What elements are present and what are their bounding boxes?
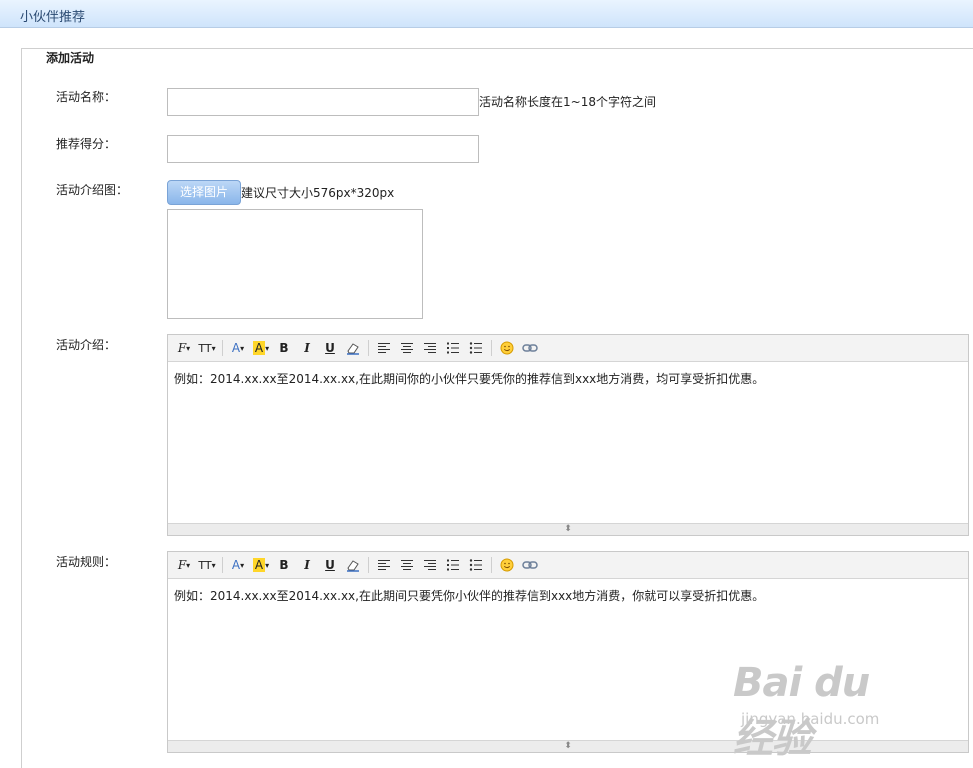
choose-image-button[interactable]: 选择图片 [167, 180, 241, 205]
rules-label: 活动规则： [56, 555, 117, 569]
link-icon[interactable] [520, 556, 540, 574]
bold-button[interactable]: B [274, 339, 294, 357]
underline-button[interactable]: U [320, 339, 340, 357]
activity-name-label: 活动名称： [56, 90, 117, 104]
toolbar-separator [222, 557, 223, 573]
highlight-color-button[interactable]: A ▾ [251, 339, 271, 357]
emoji-icon[interactable] [497, 339, 517, 357]
resize-handle-icon[interactable]: ⬍ [168, 523, 968, 535]
image-preview-box [167, 209, 423, 319]
toolbar-separator [491, 557, 492, 573]
intro-editor-toolbar: F ▾ TT ▾ A ▾ A ▾ B I U [168, 335, 968, 362]
font-color-button[interactable]: A ▾ [228, 339, 248, 357]
toolbar-separator [368, 557, 369, 573]
align-center-icon[interactable] [397, 556, 417, 574]
font-size-button[interactable]: TT ▾ [197, 339, 217, 357]
eraser-icon[interactable] [343, 556, 363, 574]
align-left-icon[interactable] [374, 339, 394, 357]
toolbar-separator [491, 340, 492, 356]
italic-button[interactable]: I [297, 339, 317, 357]
watermark-logo: Bai du 经验 jingyan.baidu.com [733, 650, 913, 762]
page-title: 小伙伴推荐 [20, 10, 86, 25]
link-icon[interactable] [520, 339, 540, 357]
score-input[interactable] [167, 135, 479, 163]
rules-editor-toolbar: F ▾ TT ▾ A ▾ A ▾ B I U [168, 552, 968, 579]
fieldset-legend: 添加活动 [41, 49, 100, 66]
toolbar-separator [368, 340, 369, 356]
watermark-url: jingyan.baidu.com [741, 710, 880, 728]
italic-button[interactable]: I [297, 556, 317, 574]
intro-label: 活动介绍： [56, 338, 117, 352]
font-family-button[interactable]: F ▾ [174, 556, 194, 574]
activity-name-hint: 活动名称长度在1~18个字符之间 [479, 95, 656, 109]
align-right-icon[interactable] [420, 556, 440, 574]
toolbar-separator [222, 340, 223, 356]
ordered-list-icon[interactable] [443, 556, 463, 574]
underline-button[interactable]: U [320, 556, 340, 574]
eraser-icon[interactable] [343, 339, 363, 357]
font-color-button[interactable]: A ▾ [228, 556, 248, 574]
score-label: 推荐得分： [56, 137, 117, 151]
image-size-hint: 建议尺寸大小576px*320px [241, 186, 395, 200]
bold-button[interactable]: B [274, 556, 294, 574]
intro-editor: F ▾ TT ▾ A ▾ A ▾ B I U 例如：2014.xx.xx至2014.xx… [167, 334, 969, 536]
rules-editor-content[interactable]: 例如：2014.xx.xx至2014.xx.xx,在此期间只要凭你小伙伴的推荐信… [168, 579, 968, 612]
unordered-list-icon[interactable] [466, 339, 486, 357]
intro-image-label: 活动介绍图： [56, 183, 129, 197]
intro-editor-content[interactable]: 例如：2014.xx.xx至2014.xx.xx,在此期间你的小伙伴只要凭你的推… [168, 362, 968, 395]
align-left-icon[interactable] [374, 556, 394, 574]
font-size-button[interactable]: TT ▾ [197, 556, 217, 574]
unordered-list-icon[interactable] [466, 556, 486, 574]
ordered-list-icon[interactable] [443, 339, 463, 357]
highlight-color-button[interactable]: A ▾ [251, 556, 271, 574]
align-right-icon[interactable] [420, 339, 440, 357]
emoji-icon[interactable] [497, 556, 517, 574]
font-family-button[interactable]: F ▾ [174, 339, 194, 357]
align-center-icon[interactable] [397, 339, 417, 357]
activity-name-input[interactable] [167, 88, 479, 116]
title-bar: 小伙伴推荐 [0, 0, 973, 28]
